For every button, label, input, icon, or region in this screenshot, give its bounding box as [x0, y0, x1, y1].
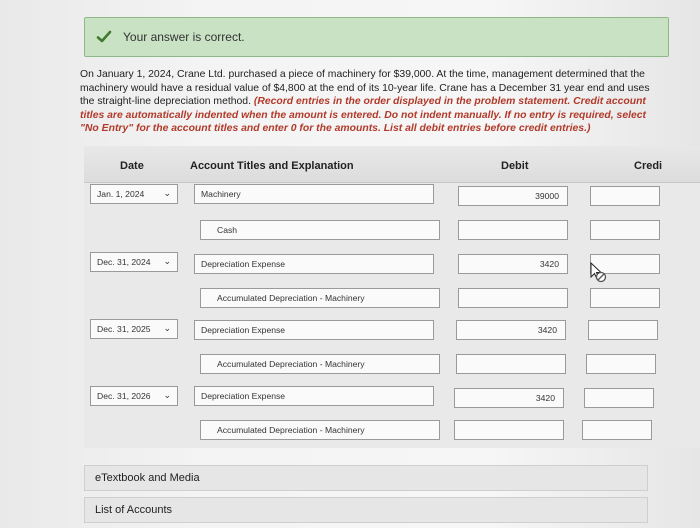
credit-field[interactable]: [584, 388, 654, 408]
date-select[interactable]: Dec. 31, 2026 ⌄: [90, 386, 178, 406]
account-field[interactable]: Accumulated Depreciation - Machinery: [200, 420, 440, 440]
chevron-down-icon: ⌄: [163, 256, 171, 266]
table-header: Date Account Titles and Explanation Debi…: [84, 146, 700, 183]
debit-field[interactable]: 3420: [454, 388, 564, 408]
journal-entry-table: Date Account Titles and Explanation Debi…: [84, 146, 700, 448]
date-value: Dec. 31, 2026: [97, 391, 151, 401]
account-field[interactable]: Cash: [200, 220, 440, 240]
debit-field[interactable]: [458, 220, 568, 240]
feedback-message: Your answer is correct.: [123, 30, 245, 44]
list-of-accounts-link[interactable]: List of Accounts: [84, 497, 648, 523]
account-field[interactable]: Depreciation Expense: [194, 386, 434, 406]
check-icon: [96, 30, 112, 43]
account-field[interactable]: Accumulated Depreciation - Machinery: [200, 354, 440, 374]
debit-field[interactable]: 39000: [458, 186, 568, 206]
header-debit: Debit: [501, 160, 529, 172]
account-field[interactable]: Accumulated Depreciation - Machinery: [200, 288, 440, 308]
feedback-banner: Your answer is correct.: [84, 17, 669, 57]
date-select[interactable]: Dec. 31, 2024 ⌄: [90, 252, 178, 272]
credit-field[interactable]: [590, 220, 660, 240]
debit-field[interactable]: 3420: [458, 254, 568, 274]
debit-field[interactable]: 3420: [456, 320, 566, 340]
date-select[interactable]: Dec. 31, 2025 ⌄: [90, 319, 178, 339]
date-select[interactable]: Jan. 1, 2024 ⌄: [90, 184, 178, 204]
debit-field[interactable]: [458, 288, 568, 308]
header-account: Account Titles and Explanation: [190, 160, 354, 172]
etextbook-link[interactable]: eTextbook and Media: [84, 465, 648, 491]
credit-field[interactable]: [586, 354, 656, 374]
header-credit: Credi: [634, 160, 663, 172]
problem-statement: On January 1, 2024, Crane Ltd. purchased…: [80, 68, 655, 136]
debit-field[interactable]: [456, 354, 566, 374]
account-field[interactable]: Machinery: [194, 184, 434, 204]
credit-field[interactable]: [590, 186, 660, 206]
header-date: Date: [120, 160, 144, 172]
date-value: Dec. 31, 2025: [97, 324, 151, 334]
credit-field[interactable]: [582, 420, 652, 440]
date-value: Jan. 1, 2024: [97, 189, 145, 199]
credit-field[interactable]: [590, 288, 660, 308]
credit-field[interactable]: [588, 320, 658, 340]
debit-field[interactable]: [454, 420, 564, 440]
date-value: Dec. 31, 2024: [97, 257, 151, 267]
chevron-down-icon: ⌄: [163, 188, 171, 198]
chevron-down-icon: ⌄: [163, 390, 171, 400]
not-allowed-cursor-icon: [590, 262, 607, 283]
page: Your answer is correct. On January 1, 20…: [0, 0, 700, 528]
account-field[interactable]: Depreciation Expense: [194, 320, 434, 340]
account-field[interactable]: Depreciation Expense: [194, 254, 434, 274]
chevron-down-icon: ⌄: [163, 323, 171, 333]
